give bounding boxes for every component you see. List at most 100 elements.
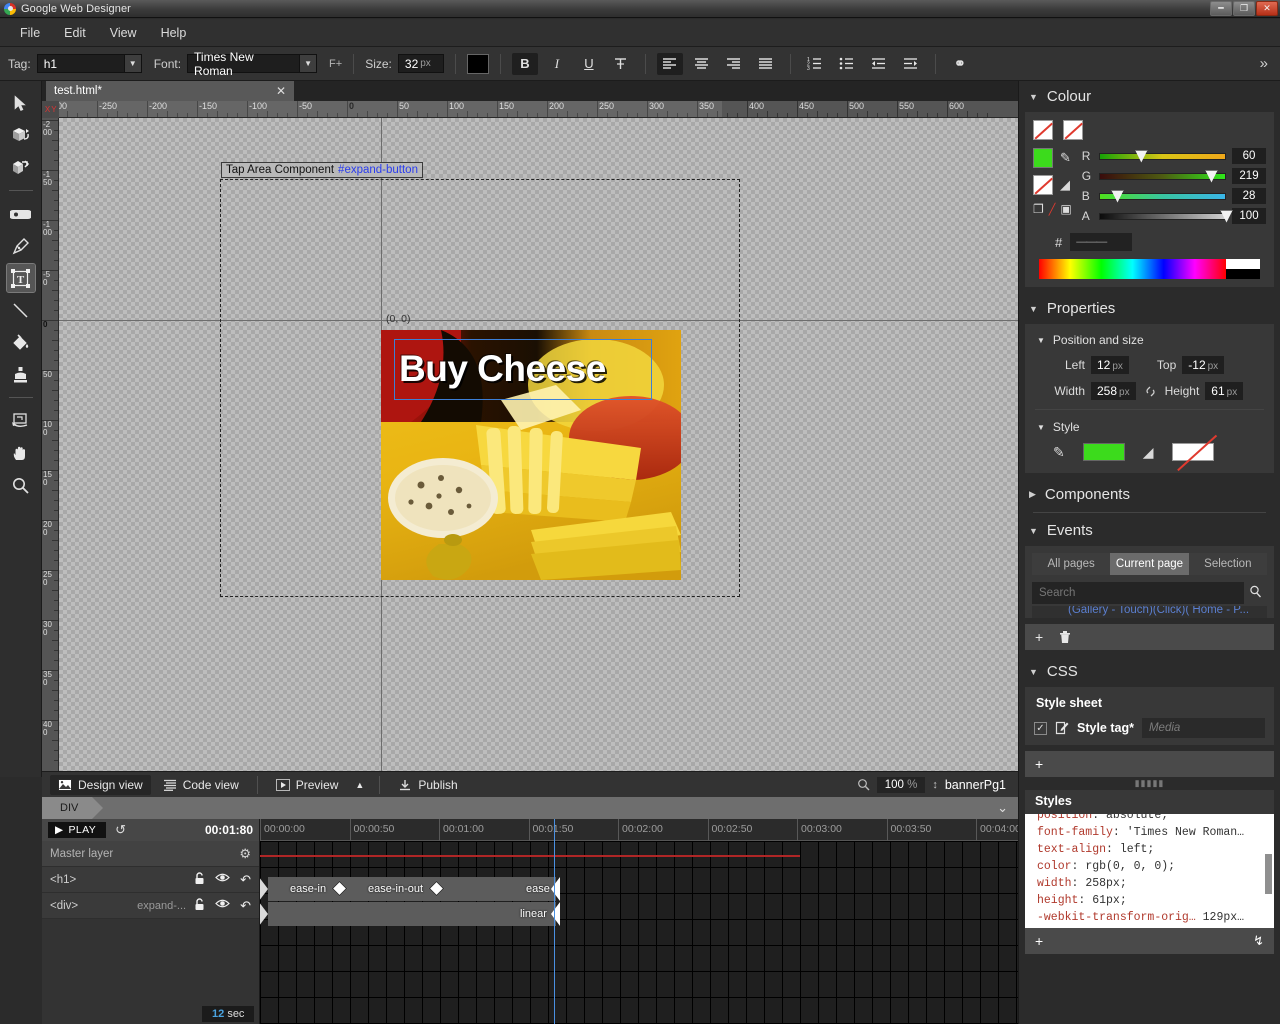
lock-icon[interactable] bbox=[194, 871, 205, 885]
stroke-pencil-icon[interactable]: ✎ bbox=[1053, 444, 1065, 461]
position-size-header[interactable]: ▼ Position and size bbox=[1035, 328, 1264, 352]
chevron-down-icon[interactable]: ▼ bbox=[1029, 92, 1038, 102]
stroke-colour-swatch[interactable] bbox=[1082, 443, 1125, 461]
hue-strip[interactable] bbox=[1039, 259, 1226, 279]
media-input[interactable]: Media bbox=[1141, 718, 1265, 738]
channel-value-b[interactable]: 28 bbox=[1232, 188, 1266, 204]
css-code-viewer[interactable]: position: absolute; font-family: 'Times N… bbox=[1025, 814, 1274, 928]
colour-section-header[interactable]: ▼ Colour bbox=[1019, 81, 1280, 112]
align-justify-button[interactable] bbox=[753, 53, 779, 75]
italic-button[interactable]: I bbox=[544, 53, 570, 75]
fill-bucket-icon[interactable]: ◢ bbox=[1143, 444, 1154, 461]
link-dimensions-icon[interactable] bbox=[1144, 385, 1157, 398]
menu-view[interactable]: View bbox=[98, 22, 149, 44]
tap-area-tool[interactable] bbox=[7, 407, 35, 435]
edit-style-icon[interactable] bbox=[1055, 721, 1069, 736]
chevron-down-icon[interactable]: ▼ bbox=[1037, 336, 1045, 345]
design-canvas[interactable]: Tap Area Component #expand-button (0, 0) bbox=[59, 118, 1018, 771]
toolbar-overflow-button[interactable]: » bbox=[1260, 55, 1272, 72]
stroke-swatch-none[interactable] bbox=[1033, 120, 1053, 140]
pencil-icon[interactable]: ✎ bbox=[1060, 150, 1071, 166]
width-input[interactable]: 258 px bbox=[1091, 382, 1136, 400]
loop-icon[interactable]: ↺ bbox=[115, 822, 126, 838]
unordered-list-button[interactable] bbox=[834, 53, 860, 75]
align-center-button[interactable] bbox=[689, 53, 715, 75]
vertical-ruler[interactable]: -200 -150 -100 -50 0 50 100 150 200 250 300 350 400 bbox=[42, 118, 59, 771]
slider-track-r[interactable] bbox=[1098, 149, 1226, 163]
zoom-stepper[interactable]: ↕ bbox=[932, 779, 938, 791]
text-tool[interactable]: T bbox=[5, 263, 36, 293]
components-section-header[interactable]: ▶ Components bbox=[1019, 479, 1280, 510]
chevron-right-icon[interactable]: ▶ bbox=[1029, 489, 1036, 500]
fill-swatch-none[interactable] bbox=[1063, 120, 1083, 140]
eye-icon[interactable] bbox=[215, 898, 230, 909]
reset-icon[interactable]: ↶ bbox=[240, 898, 251, 914]
fill-colour-swatch[interactable] bbox=[1171, 443, 1214, 461]
tab-selection[interactable]: Selection bbox=[1188, 553, 1267, 575]
zoom-input[interactable]: 100 % bbox=[876, 776, 926, 793]
gear-icon[interactable]: ⚙ bbox=[239, 846, 251, 862]
default-colours-icon[interactable]: ▣ bbox=[1060, 202, 1071, 216]
style-header[interactable]: ▼ Style bbox=[1035, 415, 1264, 439]
panel-resize-grip[interactable]: ▮▮▮▮▮ bbox=[1019, 778, 1280, 789]
breadcrumb-item-div[interactable]: DIV bbox=[42, 797, 104, 819]
pen-tool[interactable] bbox=[7, 232, 35, 260]
code-scrollbar[interactable] bbox=[1265, 854, 1272, 894]
channel-value-r[interactable]: 60 bbox=[1232, 148, 1266, 164]
design-view-button[interactable]: Design view bbox=[50, 774, 151, 795]
chevron-down-icon[interactable]: ▼ bbox=[124, 54, 142, 73]
no-colour-icon[interactable]: ╱ bbox=[1049, 203, 1056, 216]
selection-tool[interactable] bbox=[7, 89, 35, 117]
reset-icon[interactable]: ↶ bbox=[240, 872, 251, 888]
close-button[interactable]: ✕ bbox=[1256, 1, 1278, 16]
preview-options-button[interactable]: ▲ bbox=[350, 777, 369, 793]
bold-button[interactable]: B bbox=[511, 52, 538, 75]
timeline-tracks[interactable]: 00:00:00 00:00:50 00:01:00 00:01:50 00:02:00… bbox=[260, 819, 1018, 1024]
strikethrough-button[interactable] bbox=[608, 53, 634, 75]
timeline-ruler[interactable]: 00:00:00 00:00:50 00:01:00 00:01:50 00:02:00… bbox=[260, 819, 1018, 841]
chevron-down-icon[interactable]: ▼ bbox=[1037, 423, 1045, 432]
indent-button[interactable] bbox=[898, 53, 924, 75]
channel-value-g[interactable]: 219 bbox=[1232, 168, 1266, 184]
maximize-button[interactable]: ❐ bbox=[1233, 1, 1255, 16]
add-font-button[interactable]: F+ bbox=[329, 58, 342, 70]
chevron-down-icon[interactable]: ▼ bbox=[1029, 304, 1038, 314]
hand-tool[interactable] bbox=[7, 439, 35, 467]
chevron-down-icon[interactable]: ▼ bbox=[1029, 667, 1038, 677]
3d-translate-tool[interactable] bbox=[7, 153, 35, 181]
bucket-icon[interactable]: ◢ bbox=[1060, 177, 1070, 193]
tab-all-pages[interactable]: All pages bbox=[1032, 553, 1111, 575]
line-tool[interactable] bbox=[7, 296, 35, 324]
left-input[interactable]: 12 px bbox=[1091, 356, 1129, 374]
search-icon[interactable] bbox=[1244, 585, 1267, 601]
chevron-down-icon[interactable]: ▼ bbox=[300, 54, 318, 73]
track-h1[interactable]: ease-in ease-in-out ease bbox=[260, 877, 560, 901]
css-section-header[interactable]: ▼ CSS bbox=[1019, 656, 1280, 687]
menu-file[interactable]: File bbox=[8, 22, 52, 44]
horizontal-ruler[interactable]: -300-250-200-150-100-5005010015020025030… bbox=[42, 101, 1018, 118]
zoom-tool[interactable] bbox=[7, 471, 35, 499]
events-section-header[interactable]: ▼ Events bbox=[1019, 515, 1280, 546]
slider-track-b[interactable] bbox=[1098, 189, 1226, 203]
tag-select[interactable]: h1 ▼ bbox=[36, 54, 142, 73]
duration-badge[interactable]: 12 sec bbox=[202, 1006, 255, 1022]
keyframe-diamond-icon[interactable] bbox=[331, 880, 348, 897]
swap-colours-icon[interactable]: ❐ bbox=[1033, 202, 1044, 216]
slider-track-a[interactable] bbox=[1098, 209, 1233, 223]
black-white-strip[interactable] bbox=[1226, 259, 1260, 279]
top-input[interactable]: -12 px bbox=[1182, 356, 1225, 374]
font-size-input[interactable]: 32 px bbox=[397, 54, 444, 73]
publish-button[interactable]: Publish bbox=[390, 775, 465, 795]
add-event-button[interactable]: + bbox=[1035, 629, 1043, 645]
close-icon[interactable]: ✕ bbox=[276, 84, 286, 98]
3d-rotate-tool[interactable] bbox=[7, 121, 35, 149]
ordered-list-button[interactable]: 1 2 3 bbox=[802, 53, 828, 75]
code-view-button[interactable]: Code view bbox=[155, 775, 247, 795]
style-tag-checkbox[interactable]: ✓ bbox=[1034, 721, 1047, 735]
height-input[interactable]: 61 px bbox=[1205, 382, 1244, 400]
hex-input[interactable]: ——— bbox=[1070, 233, 1133, 251]
fill-colour-swatch[interactable] bbox=[1033, 175, 1053, 195]
slider-track-g[interactable] bbox=[1098, 169, 1226, 183]
stroke-colour-swatch[interactable] bbox=[1033, 148, 1053, 168]
events-search-input[interactable] bbox=[1032, 582, 1244, 604]
